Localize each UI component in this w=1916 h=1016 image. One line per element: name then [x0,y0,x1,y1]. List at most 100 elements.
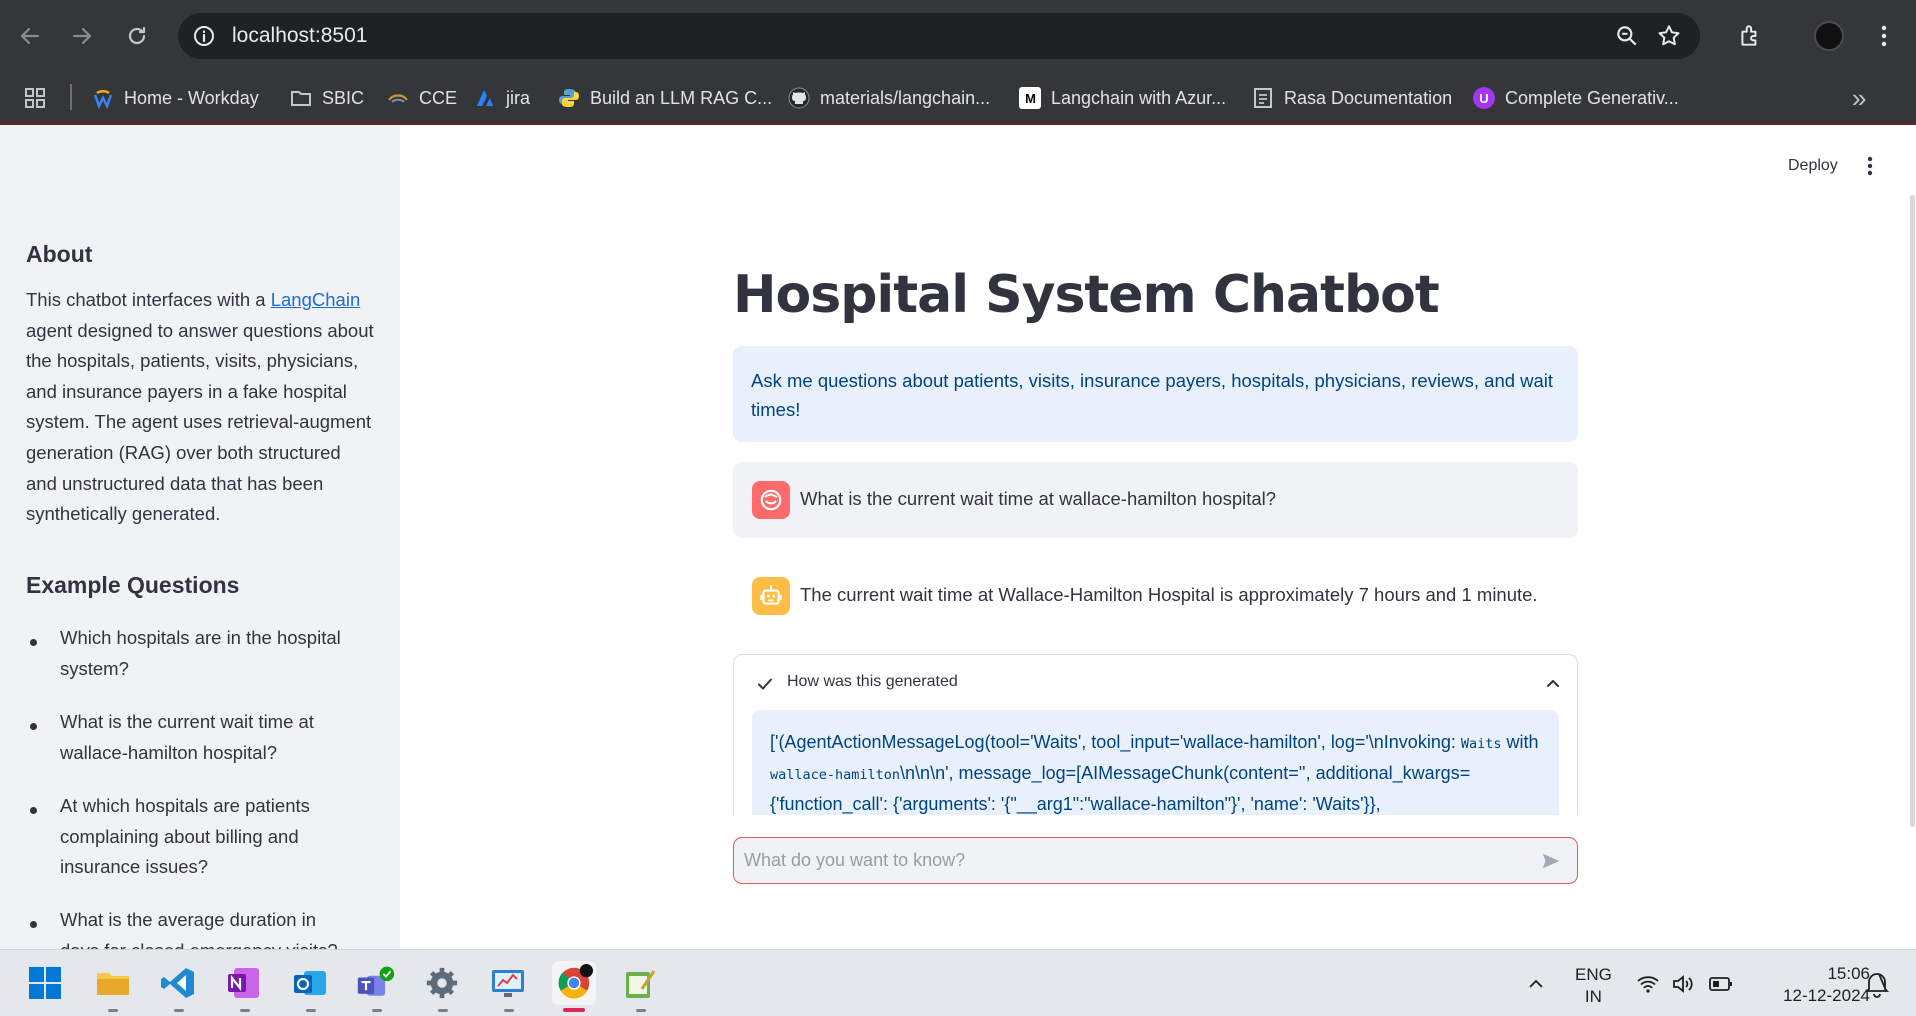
bookmarks-bar: Home - Workday SBIC CCE jira Build an LL… [0,72,1916,124]
smiley-icon [760,489,782,511]
vscode-icon [161,968,194,998]
main-content: Deploy Hospital System Chatbot Ask me qu… [400,125,1916,949]
info-alert: Ask me questions about patients, visits,… [733,346,1578,442]
windows-icon [29,967,61,999]
udemy-icon: U [1473,87,1495,109]
bookmark-complete-generative[interactable]: U Complete Generativ... [1473,82,1679,114]
example-question: What is the average duration in days for… [60,909,338,949]
battery-icon[interactable] [1708,972,1734,996]
running-indicator [504,1009,514,1012]
jira-icon [474,87,496,109]
running-indicator [438,1009,448,1012]
deploy-button[interactable]: Deploy [1788,157,1838,175]
volume-icon[interactable] [1671,972,1695,996]
browser-chrome: localhost:8501 Home - Workday SBIC CCE j… [0,0,1916,125]
monitor-chart-icon [492,970,524,997]
user-message: What is the current wait time at wallace… [733,462,1578,538]
bullet [30,639,37,646]
vscode-button[interactable] [156,961,200,1005]
arrow-right-icon [72,27,92,45]
bookmark-materials-langchain[interactable]: materials/langchain... [788,82,990,114]
active-indicator [563,1008,585,1012]
bookmark-sbic[interactable]: SBIC [290,82,364,114]
assistant-message: The current wait time at Wallace-Hamilto… [733,558,1578,634]
back-button[interactable] [11,17,49,55]
settings-button[interactable] [420,961,464,1005]
browser-toolbar: localhost:8501 [0,0,1916,72]
running-indicator [108,1009,118,1012]
example-question: At which hospitals are patients complain… [60,795,310,878]
outlook-icon [294,971,326,995]
windows-taskbar: ENG IN 15:06 12-12-2024 [0,949,1916,1016]
bookmarks-divider [70,84,72,110]
scrollbar[interactable] [1910,195,1915,827]
outlook-button[interactable] [288,961,332,1005]
about-heading: About [26,241,93,267]
start-button[interactable] [23,961,67,1005]
teams-button[interactable] [354,961,398,1005]
chevron-up-icon[interactable] [1526,974,1546,994]
example-question: What is the current wait time at wallace… [60,711,314,763]
bookmark-langchain-azure[interactable]: M Langchain with Azur... [1019,82,1226,114]
expander-header[interactable]: How was this generated [787,673,958,691]
chrome-button[interactable] [552,961,596,1005]
bookmark-workday[interactable]: Home - Workday [92,82,259,114]
chat-input[interactable]: What do you want to know? [733,837,1578,884]
site-info-icon[interactable] [192,24,216,48]
wifi-icon[interactable] [1636,972,1660,996]
langchain-link[interactable]: LangChain [271,289,361,310]
workday-icon [92,87,114,109]
app-menu-icon[interactable] [1866,155,1874,177]
running-indicator [636,1009,646,1012]
about-text: This chatbot interfaces with a LangChain… [26,289,374,525]
medium-icon: M [1019,87,1041,109]
profile-avatar[interactable] [1814,21,1844,51]
dashboard-app-button[interactable] [486,961,530,1005]
reload-icon [128,26,146,45]
address-bar[interactable]: localhost:8501 [178,13,1700,59]
arrow-left-icon [20,27,40,45]
user-message-text: What is the current wait time at wallace… [800,488,1277,509]
bookmark-cce[interactable]: CCE [387,82,457,114]
robot-icon [760,585,782,605]
bullet [30,807,37,814]
example-questions-heading: Example Questions [26,572,240,598]
url-text: localhost:8501 [232,24,368,47]
forward-button[interactable] [63,17,101,55]
browser-menu-icon[interactable] [1872,23,1896,49]
clock[interactable]: 15:06 12-12-2024 [1740,963,1870,1007]
chat-input-placeholder: What do you want to know? [744,850,966,870]
running-indicator [306,1009,316,1012]
reload-button[interactable] [118,17,156,55]
user-avatar [752,481,790,519]
python-icon [558,87,580,109]
input-language[interactable]: ENG IN [1575,964,1612,1008]
onenote-icon [228,968,259,998]
python-idle-button[interactable] [618,961,662,1005]
bookmark-star-icon[interactable] [1656,23,1682,49]
document-icon [1252,87,1274,109]
file-explorer-button[interactable] [91,961,135,1005]
bookmark-build-llm-rag[interactable]: Build an LLM RAG C... [558,82,772,114]
notification-bell-icon[interactable] [1864,970,1890,998]
zoom-icon[interactable] [1614,23,1640,49]
chrome-icon [558,964,593,999]
bookmark-jira[interactable]: jira [474,82,530,114]
extensions-icon[interactable] [1737,23,1763,49]
apps-grid-icon[interactable] [24,87,46,109]
running-indicator [372,1009,382,1012]
bookmarks-overflow-button[interactable]: » [1852,82,1866,114]
bullet [30,921,37,928]
send-icon[interactable] [1540,850,1562,872]
assistant-avatar [752,577,790,615]
notepad-pen-icon [626,970,656,998]
check-icon [758,678,772,690]
onenote-button[interactable] [222,961,266,1005]
cce-icon [387,87,409,109]
bookmark-rasa-docs[interactable]: Rasa Documentation [1252,82,1452,114]
chevron-up-icon[interactable] [1544,674,1562,692]
assistant-message-text: The current wait time at Wallace-Hamilto… [800,584,1538,605]
running-indicator [240,1009,250,1012]
page-title: Hospital System Chatbot [733,265,1440,325]
folder-icon [97,973,129,995]
